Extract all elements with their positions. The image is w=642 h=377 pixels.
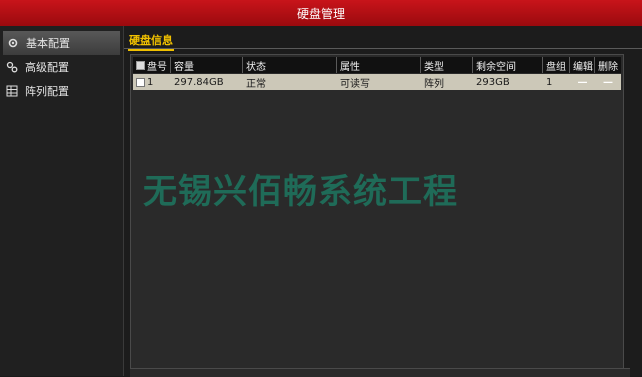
header-group: 盘组 [543,57,570,73]
select-all-checkbox[interactable] [136,60,145,70]
row-checkbox[interactable] [136,77,145,87]
type-cell: 阵列 [424,78,444,90]
watermark-text: 无锡兴佰畅系统工程 [143,172,458,212]
gears-icon [6,61,18,73]
free-space-cell: 293GB [476,76,510,88]
header-capacity: 容量 [171,57,243,73]
header-free-space: 剩余空间 [473,57,543,73]
header-edit: 编辑 [570,57,595,73]
sidebar-item-label: 基本配置 [26,37,70,50]
group-cell: 1 [546,76,553,88]
header-status: 状态 [243,57,337,73]
capacity-cell: 297.84GB [174,76,224,88]
edit-cell: — [570,74,595,90]
property-cell: 可读写 [340,78,370,90]
header-disk-no: 盘号 [133,57,171,73]
tab-disk-info[interactable]: 硬盘信息 [128,32,174,51]
window-title: 硬盘管理 [0,0,642,26]
disk-no-cell: 1 [133,74,171,90]
disk-table: 盘号 容量 状态 属性 类型 剩余空间 盘组 编辑 删除 1 297.84GB … [130,54,624,374]
edit-button[interactable]: — [578,77,588,88]
sidebar-item-basic-config[interactable]: 基本配置 [3,31,120,55]
delete-button[interactable]: — [603,77,613,88]
tab-bar: 硬盘信息 [124,30,642,51]
header-delete: 删除 [595,57,621,73]
sidebar-item-label: 阵列配置 [25,85,69,98]
sidebar-item-advanced-config[interactable]: 高级配置 [0,55,123,79]
header-property: 属性 [337,57,421,73]
sidebar-item-label: 高级配置 [25,61,69,74]
gear-icon [7,37,19,49]
table-row[interactable]: 1 297.84GB 正常 可读写 阵列 293GB 1 — — [133,74,621,90]
grid-icon [6,85,18,97]
header-type: 类型 [421,57,473,73]
delete-cell: — [595,74,621,90]
sidebar-item-array-config[interactable]: 阵列配置 [0,79,123,103]
sidebar: 基本配置 高级配置 阵列配置 [0,26,124,376]
status-cell: 正常 [246,78,266,90]
table-header: 盘号 容量 状态 属性 类型 剩余空间 盘组 编辑 删除 [133,57,621,73]
